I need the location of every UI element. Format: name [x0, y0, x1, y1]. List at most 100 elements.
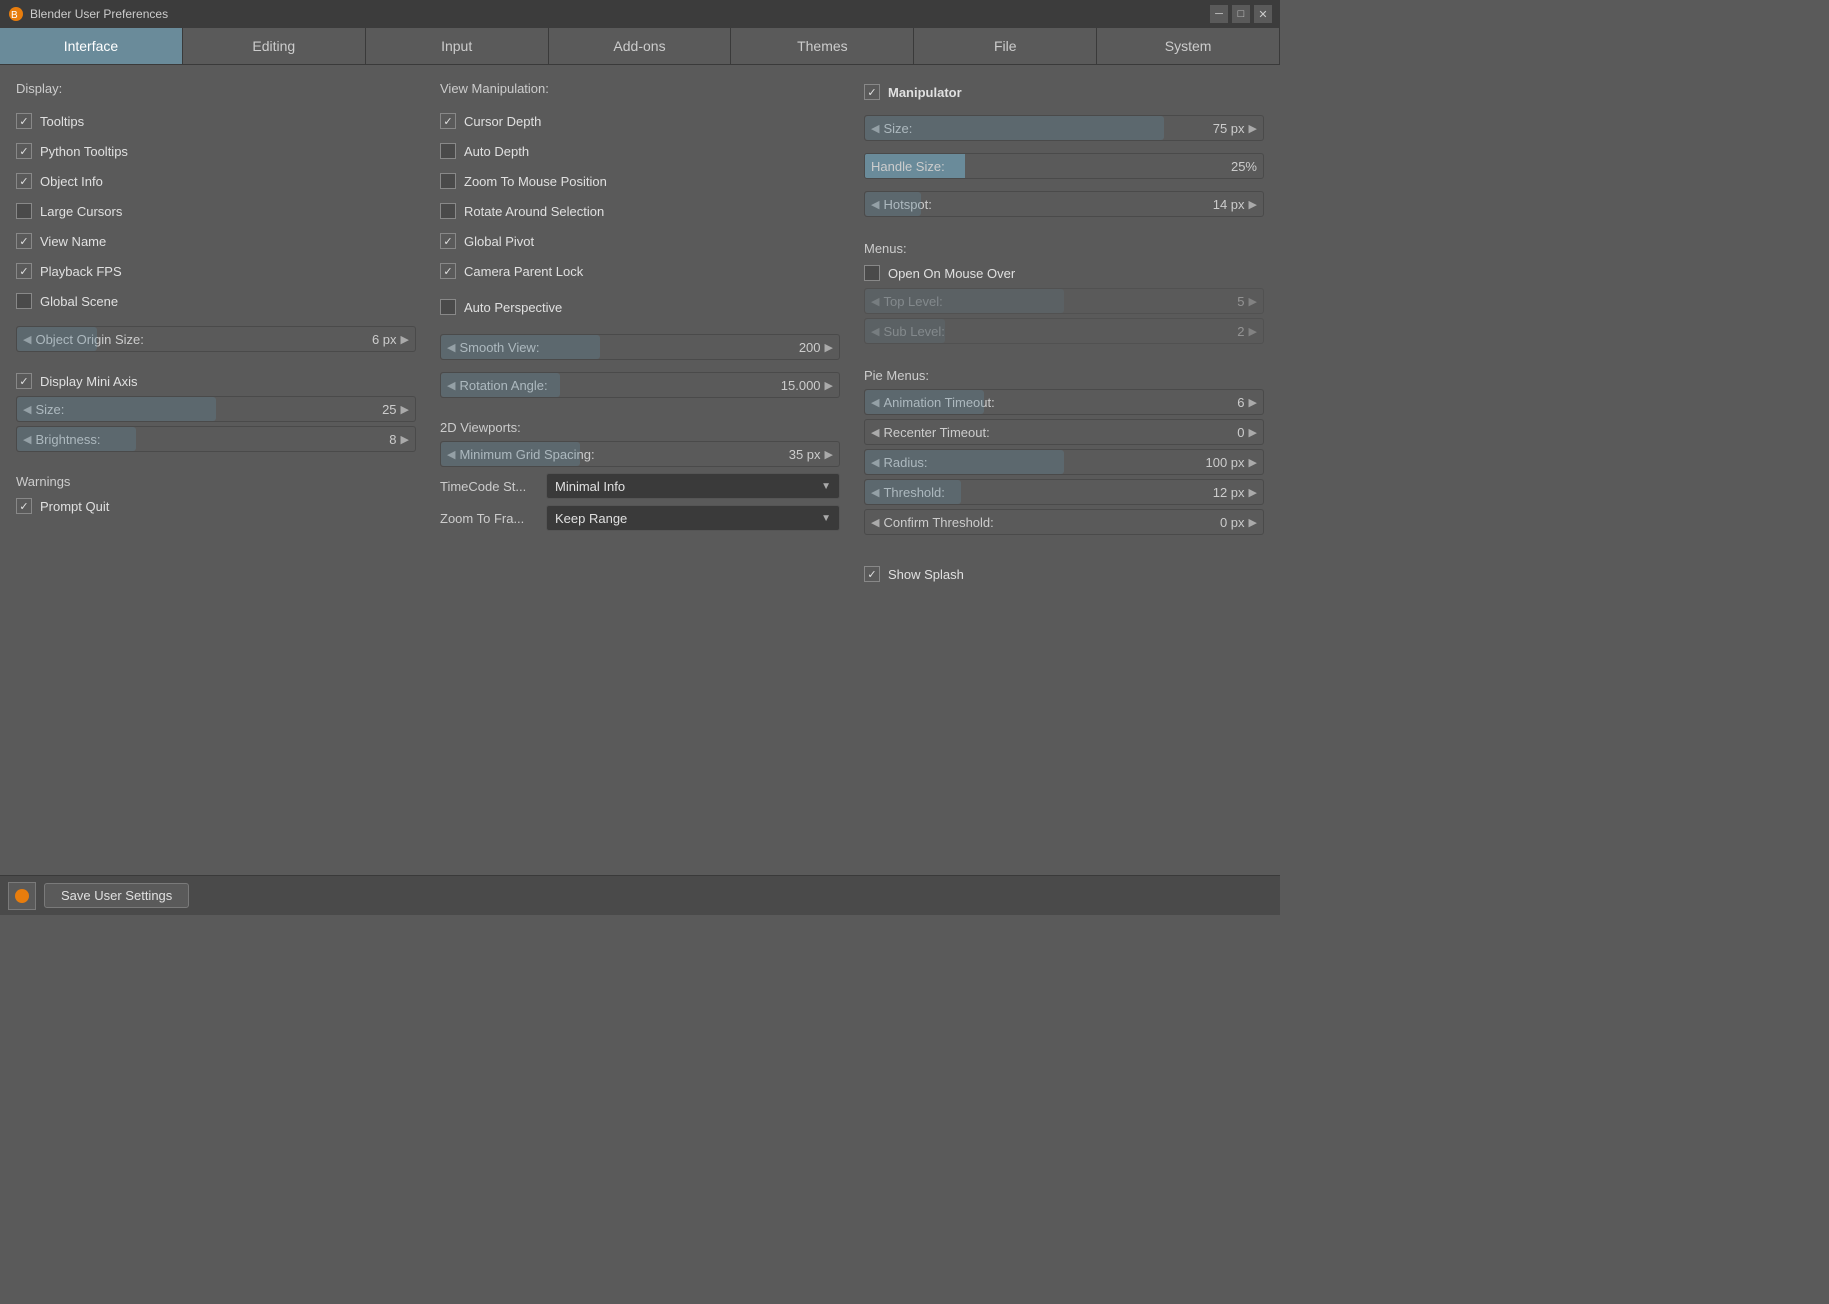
hotspot-slider[interactable]: ◀ Hotspot: 14 px ▶ [864, 191, 1264, 217]
mini-size-arrow-left[interactable]: ◀ [23, 403, 31, 416]
mini-axis-brightness-slider[interactable]: ◀ Brightness: 8 ▶ [16, 426, 416, 452]
handle-size-slider[interactable]: Handle Size: 25% [864, 153, 1264, 179]
mini-size-arrow-right[interactable]: ▶ [401, 403, 409, 416]
show-splash-checkbox[interactable] [864, 566, 880, 582]
tab-interface[interactable]: Interface [0, 28, 183, 64]
python-tooltips-checkbox[interactable] [16, 143, 32, 159]
close-button[interactable]: ✕ [1254, 5, 1272, 23]
min-grid-slider[interactable]: ◀ Minimum Grid Spacing: 35 px ▶ [440, 441, 840, 467]
prompt-quit-checkbox[interactable] [16, 498, 32, 514]
maximize-button[interactable]: □ [1232, 5, 1250, 23]
sub-level-arrow-right[interactable]: ▶ [1249, 325, 1257, 338]
confirm-threshold-arrow-left[interactable]: ◀ [871, 516, 879, 529]
global-pivot-checkbox[interactable] [440, 233, 456, 249]
menus-title: Menus: [864, 241, 1264, 256]
mini-axis-checkbox[interactable] [16, 373, 32, 389]
radius-slider[interactable]: ◀ Radius: 100 px ▶ [864, 449, 1264, 475]
auto-depth-checkbox[interactable] [440, 143, 456, 159]
min-grid-arrow-right[interactable]: ▶ [825, 448, 833, 461]
smooth-view-arrow-right[interactable]: ▶ [825, 341, 833, 354]
rotation-angle-slider[interactable]: ◀ Rotation Angle: 15.000 ▶ [440, 372, 840, 398]
smooth-view-slider[interactable]: ◀ Smooth View: 200 ▶ [440, 334, 840, 360]
top-level-arrow-left[interactable]: ◀ [871, 295, 879, 308]
tab-file[interactable]: File [914, 28, 1097, 64]
threshold-arrow-left[interactable]: ◀ [871, 486, 879, 499]
recenter-timeout-arrow-left[interactable]: ◀ [871, 426, 879, 439]
min-grid-arrow-left[interactable]: ◀ [447, 448, 455, 461]
sub-level-slider[interactable]: ◀ Sub Level: 2 ▶ [864, 318, 1264, 344]
playback-fps-row[interactable]: Playback FPS [16, 260, 416, 282]
view-name-checkbox[interactable] [16, 233, 32, 249]
auto-perspective-checkbox[interactable] [440, 299, 456, 315]
origin-size-arrow-left[interactable]: ◀ [23, 333, 31, 346]
global-pivot-row[interactable]: Global Pivot [440, 230, 840, 252]
manip-size-arrow-left[interactable]: ◀ [871, 122, 879, 135]
smooth-view-arrow-left[interactable]: ◀ [447, 341, 455, 354]
confirm-threshold-arrow-right[interactable]: ▶ [1249, 516, 1257, 529]
tab-editing[interactable]: Editing [183, 28, 366, 64]
cursor-depth-row[interactable]: Cursor Depth [440, 110, 840, 132]
tab-themes[interactable]: Themes [731, 28, 914, 64]
hotspot-arrow-left[interactable]: ◀ [871, 198, 879, 211]
python-tooltips-row[interactable]: Python Tooltips [16, 140, 416, 162]
object-info-checkbox[interactable] [16, 173, 32, 189]
radius-arrow-left[interactable]: ◀ [871, 456, 879, 469]
object-origin-size-slider[interactable]: ◀ Object Origin Size: 6 px ▶ [16, 326, 416, 352]
view-name-row[interactable]: View Name [16, 230, 416, 252]
recenter-timeout-slider[interactable]: ◀ Recenter Timeout: 0 ▶ [864, 419, 1264, 445]
mini-axis-row[interactable]: Display Mini Axis [16, 370, 416, 392]
global-scene-checkbox[interactable] [16, 293, 32, 309]
zoom-frame-dropdown[interactable]: Keep Range ▼ [546, 505, 840, 531]
min-grid-value: 35 px [789, 447, 821, 462]
mini-brightness-arrow-left[interactable]: ◀ [23, 433, 31, 446]
sub-level-arrow-left[interactable]: ◀ [871, 325, 879, 338]
radius-arrow-right[interactable]: ▶ [1249, 456, 1257, 469]
top-level-slider[interactable]: ◀ Top Level: 5 ▶ [864, 288, 1264, 314]
playback-fps-checkbox[interactable] [16, 263, 32, 279]
manipulator-checkbox[interactable] [864, 84, 880, 100]
threshold-slider[interactable]: ◀ Threshold: 12 px ▶ [864, 479, 1264, 505]
rotate-selection-checkbox[interactable] [440, 203, 456, 219]
footer-icon-left[interactable] [8, 882, 36, 910]
mini-axis-size-slider[interactable]: ◀ Size: 25 ▶ [16, 396, 416, 422]
large-cursors-row[interactable]: Large Cursors [16, 200, 416, 222]
animation-timeout-slider[interactable]: ◀ Animation Timeout: 6 ▶ [864, 389, 1264, 415]
hotspot-arrow-right[interactable]: ▶ [1249, 198, 1257, 211]
camera-parent-lock-checkbox[interactable] [440, 263, 456, 279]
minimize-button[interactable]: ─ [1210, 5, 1228, 23]
anim-timeout-arrow-left[interactable]: ◀ [871, 396, 879, 409]
camera-parent-lock-row[interactable]: Camera Parent Lock [440, 260, 840, 282]
recenter-timeout-arrow-right[interactable]: ▶ [1249, 426, 1257, 439]
anim-timeout-arrow-right[interactable]: ▶ [1249, 396, 1257, 409]
rotate-selection-row[interactable]: Rotate Around Selection [440, 200, 840, 222]
zoom-mouse-row[interactable]: Zoom To Mouse Position [440, 170, 840, 192]
rotation-angle-arrow-left[interactable]: ◀ [447, 379, 455, 392]
open-mouse-over-checkbox[interactable] [864, 265, 880, 281]
open-mouse-over-row[interactable]: Open On Mouse Over [864, 262, 1264, 284]
global-scene-row[interactable]: Global Scene [16, 290, 416, 312]
manip-size-arrow-right[interactable]: ▶ [1249, 122, 1257, 135]
cursor-depth-checkbox[interactable] [440, 113, 456, 129]
rotation-angle-arrow-right[interactable]: ▶ [825, 379, 833, 392]
object-info-row[interactable]: Object Info [16, 170, 416, 192]
timecode-dropdown[interactable]: Minimal Info ▼ [546, 473, 840, 499]
save-user-settings-button[interactable]: Save User Settings [44, 883, 189, 908]
auto-depth-row[interactable]: Auto Depth [440, 140, 840, 162]
top-level-arrow-right[interactable]: ▶ [1249, 295, 1257, 308]
manipulator-size-slider[interactable]: ◀ Size: 75 px ▶ [864, 115, 1264, 141]
tab-input[interactable]: Input [366, 28, 549, 64]
tooltips-row[interactable]: Tooltips [16, 110, 416, 132]
auto-perspective-row[interactable]: Auto Perspective [440, 296, 840, 318]
large-cursors-checkbox[interactable] [16, 203, 32, 219]
zoom-mouse-checkbox[interactable] [440, 173, 456, 189]
tab-addons[interactable]: Add-ons [549, 28, 732, 64]
origin-size-arrow-right[interactable]: ▶ [401, 333, 409, 346]
tooltips-checkbox[interactable] [16, 113, 32, 129]
threshold-arrow-right[interactable]: ▶ [1249, 486, 1257, 499]
show-splash-row[interactable]: Show Splash [864, 563, 1264, 585]
prompt-quit-row[interactable]: Prompt Quit [16, 495, 416, 517]
mini-brightness-arrow-right[interactable]: ▶ [401, 433, 409, 446]
tab-system[interactable]: System [1097, 28, 1280, 64]
confirm-threshold-slider[interactable]: ◀ Confirm Threshold: 0 px ▶ [864, 509, 1264, 535]
manipulator-row[interactable]: Manipulator [864, 81, 1264, 103]
